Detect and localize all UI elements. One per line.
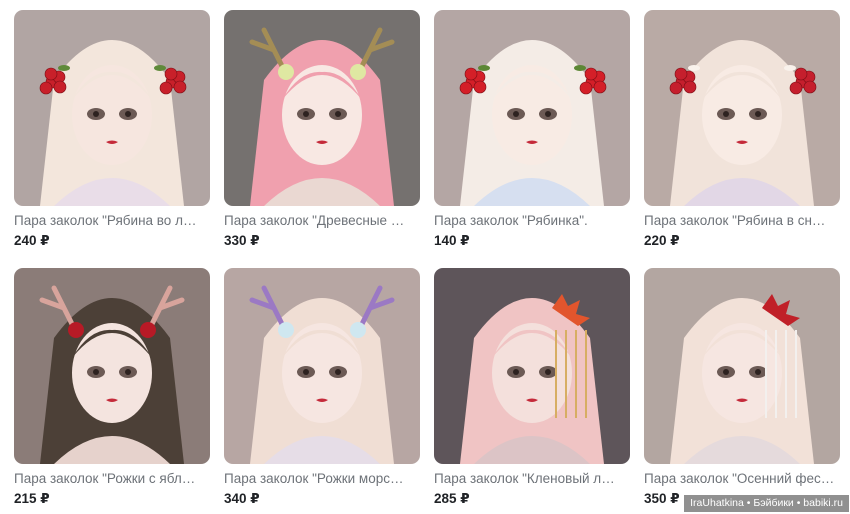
product-title[interactable]: Пара заколок "Рябина во л…	[14, 212, 210, 229]
product-image[interactable]	[224, 268, 420, 464]
product-price: 240 ₽	[14, 233, 50, 248]
product-title[interactable]: Пара заколок "Кленовый л…	[434, 470, 630, 487]
product-title[interactable]: Пара заколок "Рожки с ябл…	[14, 470, 210, 487]
product-card[interactable]: Пара заколок "Древесные … 330 ₽	[224, 10, 421, 249]
product-grid: Пара заколок "Рябина во л… 240 ₽ Пара за…	[0, 0, 850, 514]
product-image[interactable]	[14, 10, 210, 206]
product-image[interactable]	[14, 268, 210, 464]
product-price: 340 ₽	[224, 491, 260, 506]
product-title[interactable]: Пара заколок "Рябинка".	[434, 212, 630, 229]
product-card[interactable]: Пара заколок "Рябина в сн… 220 ₽	[644, 10, 841, 249]
product-card[interactable]: Пара заколок "Осенний фес… 350 ₽	[644, 268, 841, 507]
product-price: 220 ₽	[644, 233, 680, 248]
product-image[interactable]	[644, 268, 840, 464]
product-card[interactable]: Пара заколок "Рябинка". 140 ₽	[434, 10, 631, 249]
product-title[interactable]: Пара заколок "Рябина в сн…	[644, 212, 840, 229]
product-title[interactable]: Пара заколок "Рожки морс…	[224, 470, 420, 487]
product-price: 215 ₽	[14, 491, 50, 506]
product-title[interactable]: Пара заколок "Осенний фес…	[644, 470, 840, 487]
product-price: 330 ₽	[224, 233, 260, 248]
product-card[interactable]: Пара заколок "Кленовый л… 285 ₽	[434, 268, 631, 507]
product-price: 140 ₽	[434, 233, 470, 248]
product-card[interactable]: Пара заколок "Рожки морс… 340 ₽	[224, 268, 421, 507]
watermark: IraUhatkina • Бэйбики • babiki.ru	[684, 495, 849, 512]
product-price: 285 ₽	[434, 491, 470, 506]
product-card[interactable]: Пара заколок "Рожки с ябл… 215 ₽	[14, 268, 211, 507]
product-title[interactable]: Пара заколок "Древесные …	[224, 212, 420, 229]
product-image[interactable]	[644, 10, 840, 206]
product-card[interactable]: Пара заколок "Рябина во л… 240 ₽	[14, 10, 211, 249]
product-image[interactable]	[434, 10, 630, 206]
product-image[interactable]	[224, 10, 420, 206]
product-image[interactable]	[434, 268, 630, 464]
